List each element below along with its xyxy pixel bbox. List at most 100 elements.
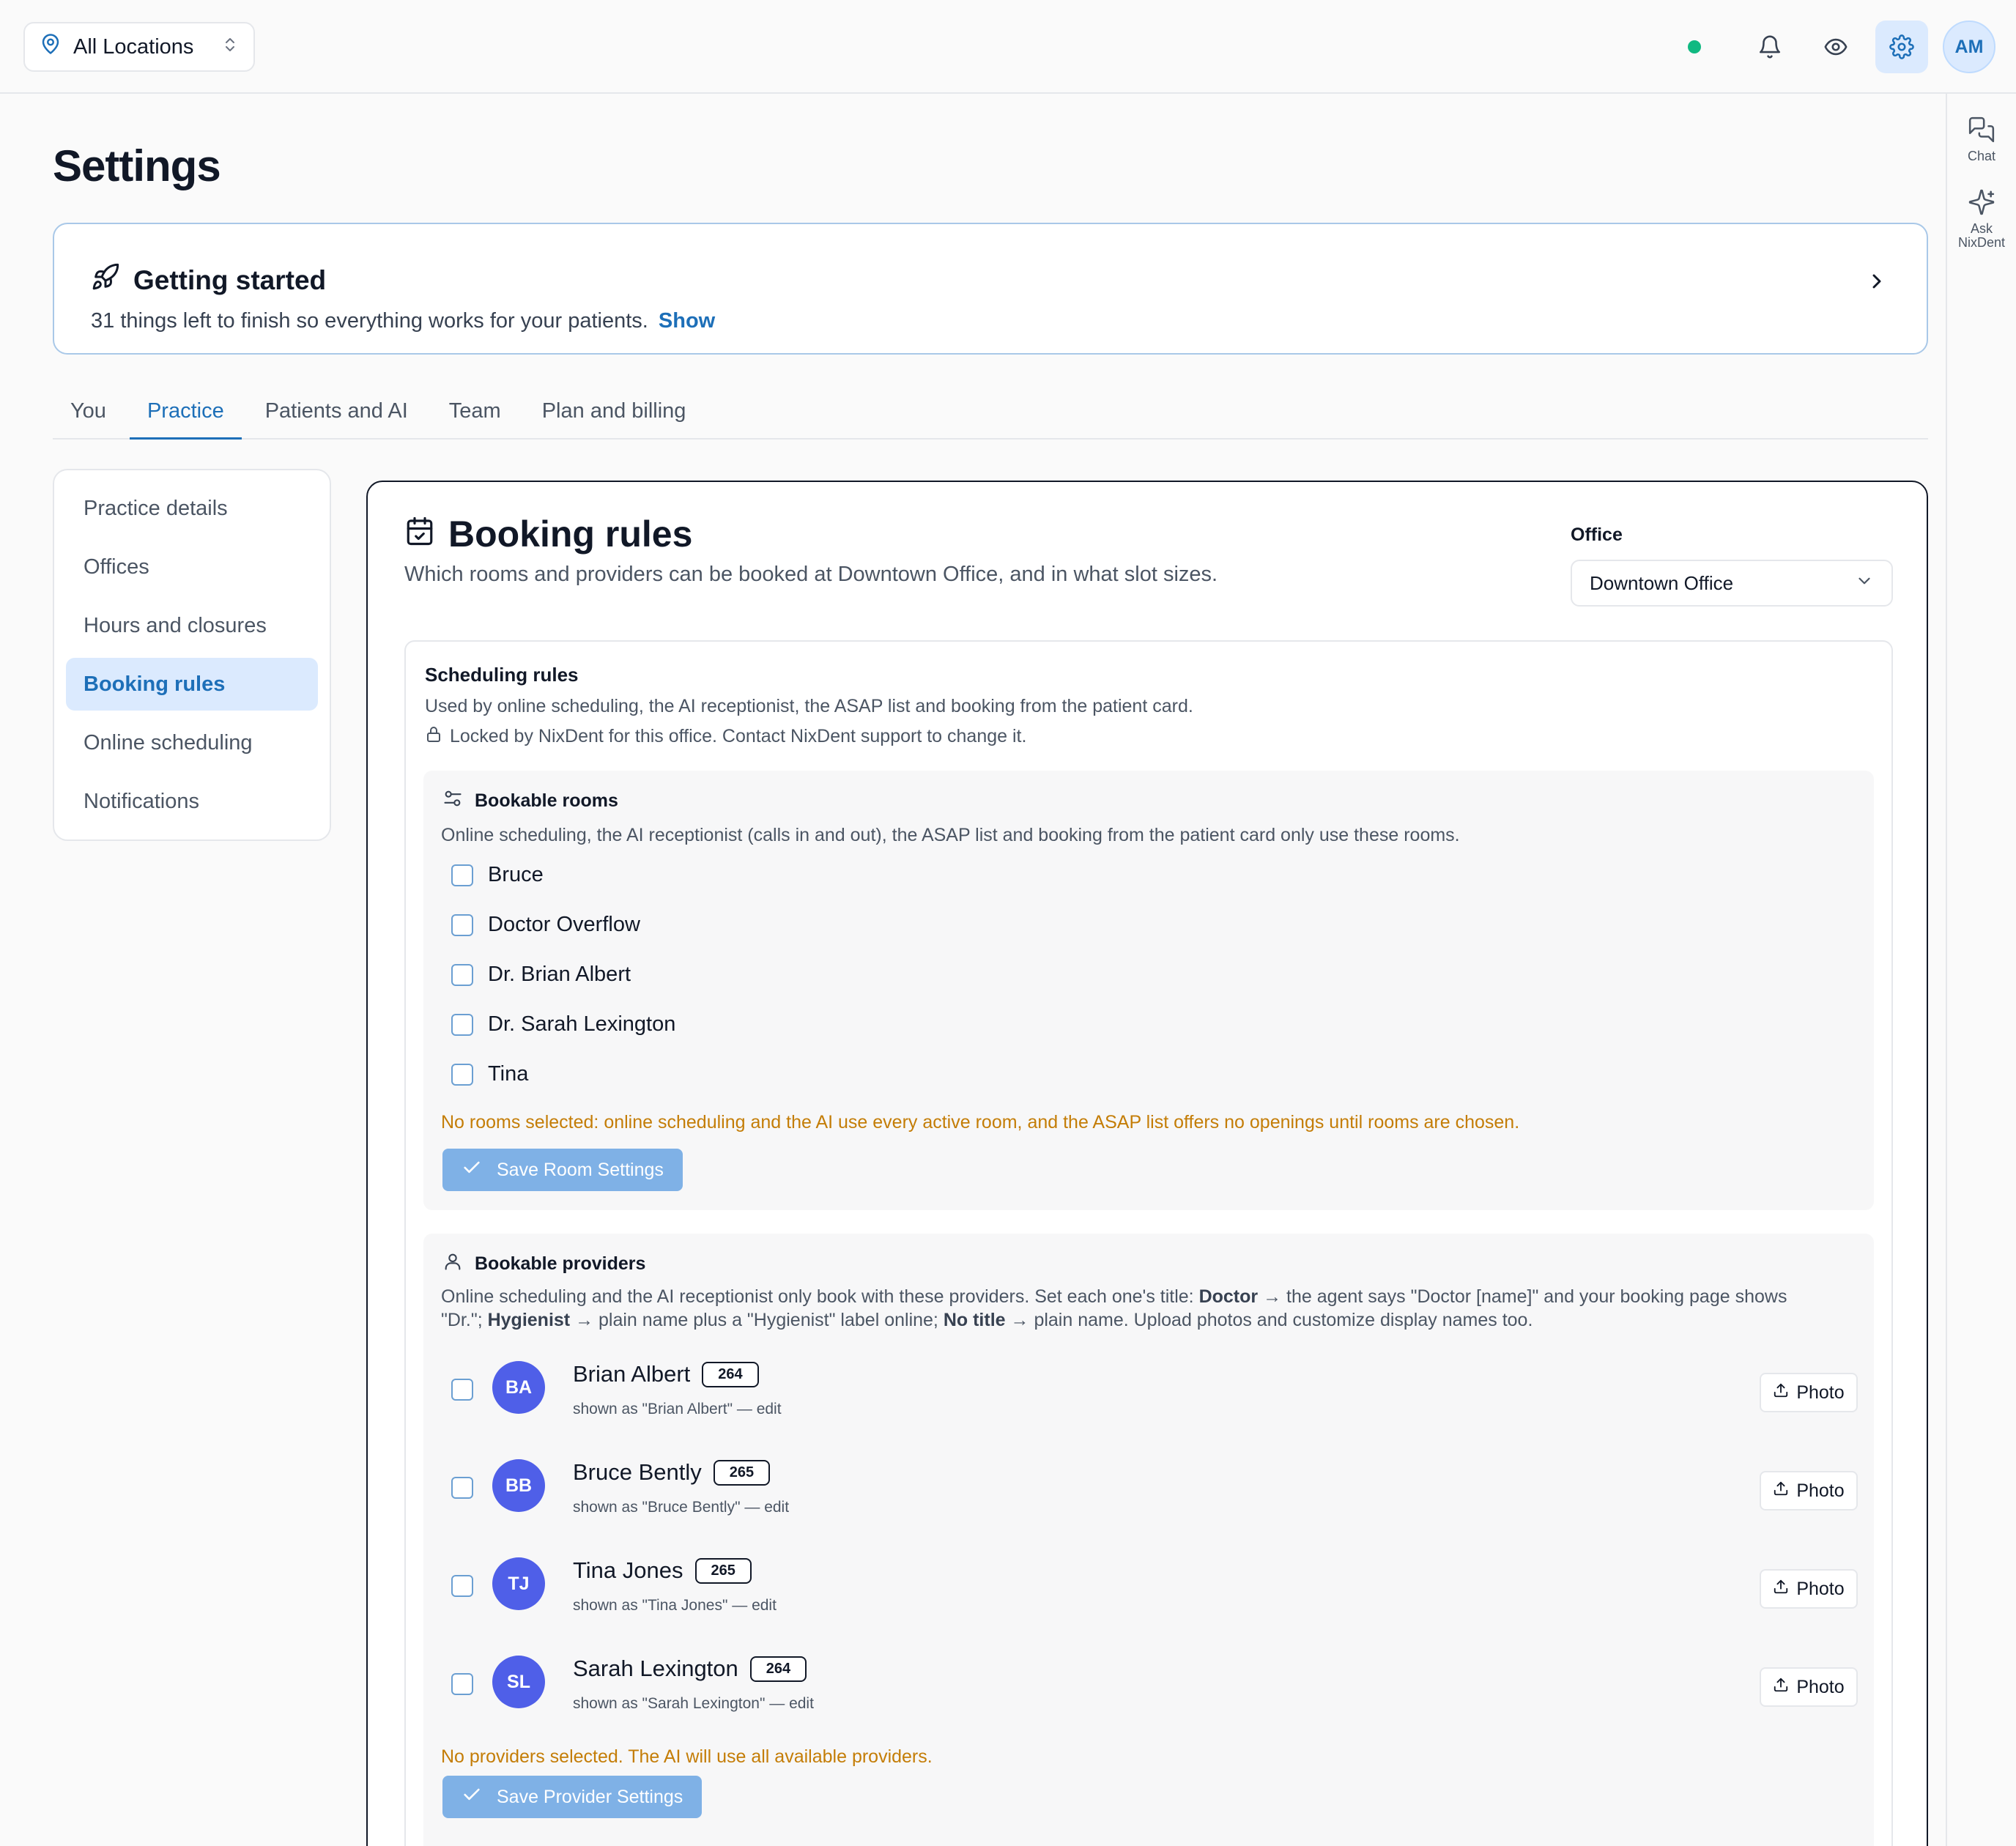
chevron-right-icon[interactable] bbox=[1865, 270, 1889, 297]
provider-checkbox[interactable] bbox=[451, 1379, 473, 1401]
top-bar: All Locations AM bbox=[0, 0, 2016, 94]
photo-label: Photo bbox=[1796, 1578, 1845, 1599]
rail-nixdent-label: NixDent bbox=[1957, 235, 2006, 250]
tab-practice[interactable]: Practice bbox=[129, 388, 242, 440]
office-select-value: Downtown Office bbox=[1590, 571, 1734, 594]
booking-rules-subtitle: Which rooms and providers can be booked … bbox=[404, 563, 1218, 586]
tab-team[interactable]: Team bbox=[431, 388, 519, 440]
room-option[interactable]: Dr. Sarah Lexington bbox=[451, 1012, 675, 1037]
provider-avatar: SL bbox=[492, 1656, 545, 1708]
bookable-providers-description: Online scheduling and the AI receptionis… bbox=[441, 1286, 1787, 1330]
tab-you[interactable]: You bbox=[53, 388, 124, 440]
provider-checkbox[interactable] bbox=[451, 1477, 473, 1499]
provider-display-name[interactable]: shown as "Tina Jones" — edit bbox=[573, 1597, 777, 1615]
room-checkbox[interactable] bbox=[451, 1063, 473, 1086]
rooms-warning: No rooms selected: online scheduling and… bbox=[441, 1112, 1520, 1133]
rail-chat-label: Chat bbox=[1967, 149, 1996, 163]
chevron-down-icon bbox=[1855, 571, 1874, 596]
room-label: Doctor Overflow bbox=[488, 913, 640, 936]
provider-avatar: BA bbox=[492, 1361, 545, 1414]
upload-icon bbox=[1773, 1677, 1789, 1698]
booking-rules-card: Booking rules Which rooms and providers … bbox=[366, 481, 1928, 1846]
room-label: Bruce bbox=[488, 863, 544, 886]
sparkles-icon bbox=[1968, 188, 1995, 222]
room-checkbox[interactable] bbox=[451, 1013, 473, 1036]
upload-photo-button[interactable]: Photo bbox=[1760, 1373, 1858, 1412]
settings-tabs: You Practice Patients and AI Team Plan a… bbox=[53, 388, 1928, 440]
chevrons-up-down-icon bbox=[221, 35, 239, 59]
room-option[interactable]: Dr. Brian Albert bbox=[451, 963, 631, 987]
upload-photo-button[interactable]: Photo bbox=[1760, 1471, 1858, 1510]
rail-ask-label: Ask bbox=[1970, 221, 1993, 236]
office-select[interactable]: Downtown Office bbox=[1571, 560, 1893, 607]
rail-ask-nixdent[interactable]: Ask NixDent bbox=[1947, 188, 2016, 250]
save-provider-settings-label: Save Provider Settings bbox=[497, 1786, 683, 1807]
upload-icon bbox=[1773, 1382, 1789, 1404]
room-label: Tina bbox=[488, 1062, 529, 1086]
room-option[interactable]: Bruce bbox=[451, 863, 544, 887]
provider-name: Brian Albert bbox=[573, 1361, 691, 1387]
sidenav-online-scheduling[interactable]: Online scheduling bbox=[66, 716, 318, 769]
upload-photo-button[interactable]: Photo bbox=[1760, 1667, 1858, 1707]
bookable-rooms-panel: Bookable rooms Online scheduling, the AI… bbox=[423, 771, 1874, 1210]
practice-sidenav: Practice details Offices Hours and closu… bbox=[53, 469, 331, 841]
lock-icon bbox=[425, 725, 442, 748]
photo-label: Photo bbox=[1796, 1676, 1845, 1697]
gear-icon[interactable] bbox=[1875, 21, 1928, 73]
sidenav-booking-rules[interactable]: Booking rules bbox=[66, 658, 318, 711]
save-room-settings-button[interactable]: Save Room Settings bbox=[442, 1149, 683, 1191]
provider-row: TJ Tina Jones 265 shown as "Tina Jones" … bbox=[451, 1552, 1858, 1617]
online-status-dot bbox=[1688, 40, 1701, 53]
bookable-providers-panel: Bookable providers Online scheduling and… bbox=[423, 1234, 1874, 1846]
provider-checkbox[interactable] bbox=[451, 1673, 473, 1695]
getting-started-title: Getting started bbox=[133, 264, 327, 295]
tab-plan-and-billing[interactable]: Plan and billing bbox=[525, 388, 704, 440]
room-checkbox[interactable] bbox=[451, 963, 473, 986]
bell-icon[interactable] bbox=[1743, 21, 1796, 73]
sidenav-hours-and-closures[interactable]: Hours and closures bbox=[66, 599, 318, 652]
chat-icon bbox=[1968, 116, 1995, 149]
show-link[interactable]: Show bbox=[659, 309, 715, 333]
upload-icon bbox=[1773, 1579, 1789, 1600]
provider-id-badge: 264 bbox=[749, 1656, 807, 1682]
save-room-settings-label: Save Room Settings bbox=[497, 1159, 664, 1180]
map-pin-icon bbox=[40, 33, 62, 61]
providers-warning: No providers selected. The AI will use a… bbox=[441, 1746, 933, 1767]
provider-display-name[interactable]: shown as "Brian Albert" — edit bbox=[573, 1401, 782, 1418]
provider-row: BA Brian Albert 264 shown as "Brian Albe… bbox=[451, 1355, 1858, 1421]
sidenav-offices[interactable]: Offices bbox=[66, 541, 318, 593]
scheduling-rules-section: Scheduling rules Used by online scheduli… bbox=[404, 640, 1893, 1846]
upload-photo-button[interactable]: Photo bbox=[1760, 1569, 1858, 1609]
room-option[interactable]: Tina bbox=[451, 1062, 528, 1086]
sidenav-notifications[interactable]: Notifications bbox=[66, 775, 318, 828]
upload-icon bbox=[1773, 1480, 1789, 1502]
getting-started-card[interactable]: Getting started 31 things left to finish… bbox=[53, 223, 1928, 355]
provider-display-name[interactable]: shown as "Bruce Bently" — edit bbox=[573, 1499, 789, 1516]
provider-checkbox[interactable] bbox=[451, 1575, 473, 1597]
location-selector[interactable]: All Locations bbox=[23, 22, 255, 72]
right-rail: Chat Ask NixDent bbox=[1946, 94, 2016, 1846]
eye-icon[interactable] bbox=[1809, 21, 1862, 73]
room-option[interactable]: Doctor Overflow bbox=[451, 913, 640, 937]
sliders-icon bbox=[442, 788, 463, 814]
provider-name: Bruce Bently bbox=[573, 1459, 702, 1485]
bookable-rooms-title: Bookable rooms bbox=[475, 790, 618, 811]
check-icon bbox=[462, 1784, 482, 1810]
room-checkbox[interactable] bbox=[451, 913, 473, 936]
office-label: Office bbox=[1571, 524, 1623, 545]
sidenav-practice-details[interactable]: Practice details bbox=[66, 482, 318, 535]
room-label: Dr. Brian Albert bbox=[488, 963, 631, 986]
provider-avatar: TJ bbox=[492, 1557, 545, 1610]
location-label: All Locations bbox=[73, 34, 194, 59]
getting-started-subtitle: 31 things left to finish so everything w… bbox=[91, 309, 648, 333]
provider-id-badge: 265 bbox=[694, 1557, 752, 1584]
provider-display-name[interactable]: shown as "Sarah Lexington" — edit bbox=[573, 1695, 814, 1713]
provider-row: BB Bruce Bently 265 shown as "Bruce Bent… bbox=[451, 1453, 1858, 1519]
user-avatar[interactable]: AM bbox=[1943, 21, 1995, 73]
save-provider-settings-button[interactable]: Save Provider Settings bbox=[442, 1776, 703, 1818]
user-icon bbox=[442, 1251, 463, 1277]
tab-patients-and-ai[interactable]: Patients and AI bbox=[248, 388, 426, 440]
room-checkbox[interactable] bbox=[451, 864, 473, 886]
check-icon bbox=[462, 1157, 482, 1183]
rail-chat[interactable]: Chat bbox=[1947, 116, 2016, 163]
